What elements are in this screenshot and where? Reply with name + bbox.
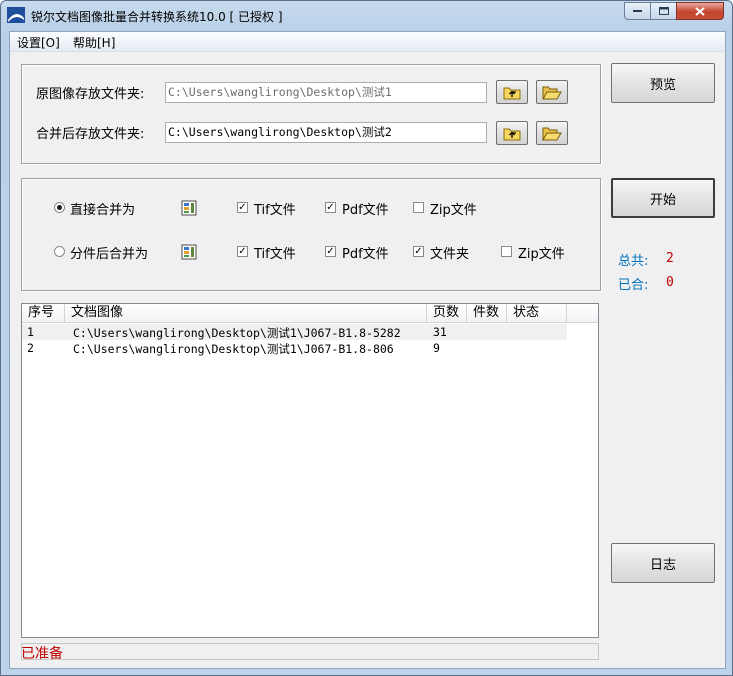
split-tif-label[interactable]: Tif文件 bbox=[254, 243, 296, 262]
split-zip-checkbox[interactable] bbox=[501, 246, 512, 257]
split-folder-checkbox[interactable]: ✓ bbox=[413, 246, 424, 257]
column-header-items[interactable]: 件数 bbox=[467, 304, 507, 322]
split-pdf-label[interactable]: Pdf文件 bbox=[342, 243, 389, 262]
app-logo-icon bbox=[7, 7, 25, 23]
column-header-index[interactable]: 序号 bbox=[22, 304, 65, 322]
open-folder-icon bbox=[542, 127, 562, 141]
merged-count-label: 已合: bbox=[618, 278, 649, 293]
merged-count-value: 0 bbox=[666, 275, 674, 290]
direct-zip-checkbox[interactable] bbox=[413, 202, 424, 213]
status-bar bbox=[21, 643, 599, 660]
source-folder-browse-button[interactable] bbox=[536, 80, 568, 104]
source-folder-label: 原图像存放文件夹: bbox=[36, 87, 145, 102]
direct-merge-radio[interactable] bbox=[54, 202, 65, 213]
split-merge-label[interactable]: 分件后合并为 bbox=[70, 243, 148, 262]
split-tif-checkbox[interactable]: ✓ bbox=[237, 246, 248, 257]
open-folder-icon bbox=[542, 86, 562, 100]
direct-tif-checkbox[interactable]: ✓ bbox=[237, 202, 248, 213]
direct-pdf-checkbox[interactable]: ✓ bbox=[325, 202, 336, 213]
row-path: C:\Users\wanglirong\Desktop\测试1\J067-B1.… bbox=[73, 342, 394, 356]
table-row[interactable]: 2 C:\Users\wanglirong\Desktop\测试1\J067-B… bbox=[22, 340, 567, 356]
close-icon bbox=[695, 6, 705, 16]
direct-tif-label[interactable]: Tif文件 bbox=[254, 199, 296, 218]
direct-merge-label[interactable]: 直接合并为 bbox=[70, 199, 135, 218]
split-merge-settings-icon[interactable] bbox=[181, 244, 197, 260]
folder-up-icon bbox=[503, 87, 521, 100]
total-count-label: 总共: bbox=[618, 254, 649, 269]
maximize-button[interactable] bbox=[650, 2, 677, 20]
folder-group bbox=[21, 64, 601, 164]
close-button[interactable] bbox=[676, 2, 724, 20]
column-header-document[interactable]: 文档图像 bbox=[65, 304, 427, 322]
title-bar[interactable]: 锐尔文档图像批量合并转换系统10.0 [ 已授权 ] bbox=[1, 1, 732, 31]
output-folder-input[interactable]: C:\Users\wanglirong\Desktop\测试2 bbox=[165, 122, 487, 143]
total-count-value: 2 bbox=[666, 251, 674, 266]
client-area: 设置[O] 帮助[H] 原图像存放文件夹: C:\Users\wangliron… bbox=[9, 31, 726, 669]
menu-settings[interactable]: 设置[O] bbox=[17, 34, 60, 51]
direct-pdf-label[interactable]: Pdf文件 bbox=[342, 199, 389, 218]
preview-button[interactable]: 预览 bbox=[611, 63, 715, 103]
output-folder-label: 合并后存放文件夹: bbox=[36, 127, 145, 142]
row-path: C:\Users\wanglirong\Desktop\测试1\J067-B1.… bbox=[73, 326, 401, 340]
start-button[interactable]: 开始 bbox=[611, 178, 715, 218]
table-row[interactable]: 1 C:\Users\wanglirong\Desktop\测试1\J067-B… bbox=[22, 324, 567, 340]
output-folder-browse-button[interactable] bbox=[536, 121, 568, 145]
folder-up-icon bbox=[503, 128, 521, 141]
direct-merge-settings-icon[interactable] bbox=[181, 200, 197, 216]
direct-zip-label[interactable]: Zip文件 bbox=[430, 199, 477, 218]
row-index: 1 bbox=[27, 325, 34, 339]
minimize-icon bbox=[633, 10, 642, 12]
maximize-icon bbox=[658, 7, 669, 15]
menu-bar: 设置[O] 帮助[H] bbox=[10, 32, 725, 52]
split-merge-radio[interactable] bbox=[54, 246, 65, 257]
merge-options-group bbox=[21, 178, 601, 291]
output-folder-up-button[interactable] bbox=[496, 121, 528, 145]
status-text: 已准备 bbox=[21, 646, 63, 662]
log-button[interactable]: 日志 bbox=[611, 543, 715, 583]
row-pages: 9 bbox=[433, 341, 440, 355]
row-pages: 31 bbox=[433, 325, 447, 339]
column-header-status[interactable]: 状态 bbox=[507, 304, 567, 322]
split-pdf-checkbox[interactable]: ✓ bbox=[325, 246, 336, 257]
source-folder-input[interactable]: C:\Users\wanglirong\Desktop\测试1 bbox=[165, 82, 487, 103]
window-title: 锐尔文档图像批量合并转换系统10.0 [ 已授权 ] bbox=[31, 10, 283, 24]
app-window: 锐尔文档图像批量合并转换系统10.0 [ 已授权 ] 设置[O] 帮助[H] 原… bbox=[0, 0, 733, 676]
menu-help[interactable]: 帮助[H] bbox=[73, 34, 115, 51]
source-folder-up-button[interactable] bbox=[496, 80, 528, 104]
column-header-pages[interactable]: 页数 bbox=[427, 304, 467, 322]
row-index: 2 bbox=[27, 341, 34, 355]
split-zip-label[interactable]: Zip文件 bbox=[518, 243, 565, 262]
radio-selected-dot bbox=[57, 205, 62, 210]
document-list[interactable]: 序号 文档图像 页数 件数 状态 1 C:\Users\wanglirong\D… bbox=[21, 303, 599, 638]
list-header: 序号 文档图像 页数 件数 状态 bbox=[22, 304, 598, 323]
split-folder-label[interactable]: 文件夹 bbox=[430, 243, 469, 262]
minimize-button[interactable] bbox=[624, 2, 651, 20]
